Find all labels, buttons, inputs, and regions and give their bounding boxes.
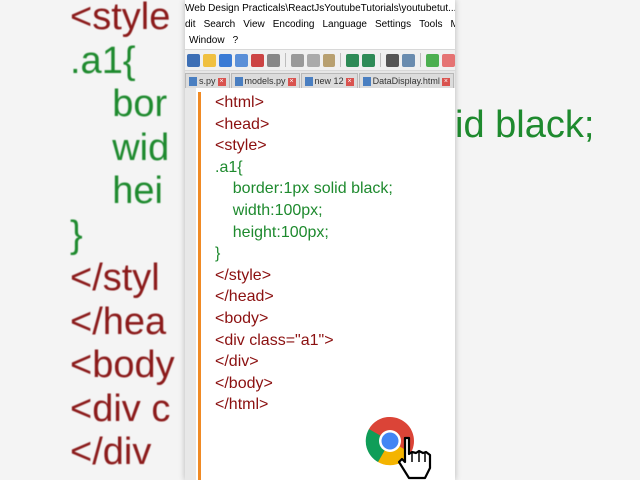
file-icon: [362, 77, 371, 86]
toolbar-separator: [284, 53, 286, 67]
menu-item[interactable]: Window: [189, 33, 229, 49]
tab-label: models.py: [244, 76, 286, 86]
file-icon: [304, 77, 313, 86]
code-line: <html>: [215, 94, 264, 111]
find-icon[interactable]: [386, 53, 400, 67]
file-icon: [234, 77, 243, 86]
window-title: Web Design Practicals\ReactJsYoutubeTuto…: [185, 0, 455, 17]
code-line: width:100px;: [215, 201, 323, 219]
toolbar-separator: [340, 53, 342, 67]
paste-icon[interactable]: [322, 53, 336, 67]
close-file-icon[interactable]: [250, 53, 264, 67]
toolbar-separator: [380, 53, 382, 67]
code-line: height:100px;: [215, 223, 329, 241]
tab-label: new 12: [314, 76, 344, 86]
replace-icon[interactable]: [402, 53, 416, 67]
code-line: </style>: [215, 266, 272, 284]
zoom-out-icon[interactable]: [442, 53, 455, 67]
print-icon[interactable]: [266, 53, 280, 67]
code-line: </html>: [215, 396, 269, 414]
toolbar-separator: [420, 53, 422, 67]
menu-item[interactable]: dit: [185, 17, 200, 33]
redo-icon[interactable]: [362, 53, 376, 67]
undo-icon[interactable]: [346, 53, 360, 67]
cut-icon[interactable]: [290, 53, 304, 67]
menu-row-2: Window?: [185, 33, 455, 49]
toolbar: [185, 49, 455, 71]
code-line: <head>: [215, 115, 270, 133]
close-tab-icon[interactable]: ×: [441, 77, 450, 86]
menu-item[interactable]: Search: [200, 17, 240, 33]
code-line: .a1{: [215, 158, 243, 176]
background-right-line: id black;: [455, 104, 595, 146]
close-tab-icon[interactable]: ×: [217, 77, 226, 86]
menu-item[interactable]: ?: [229, 33, 243, 49]
menu-item[interactable]: Tools: [415, 17, 446, 33]
open-file-icon[interactable]: [202, 53, 216, 67]
code-line: <body>: [215, 309, 269, 327]
line-gutter: [185, 88, 196, 480]
close-tab-icon[interactable]: ×: [345, 77, 354, 86]
save-all-icon[interactable]: [234, 53, 248, 67]
code-line: </div>: [215, 353, 259, 371]
file-tab[interactable]: new 12 ×: [300, 73, 358, 89]
copy-icon[interactable]: [306, 53, 320, 67]
code-line: }: [215, 245, 221, 263]
notepad-plus-plus-window: Web Design Practicals\ReactJsYoutubeTuto…: [185, 0, 455, 480]
code-line: <div class="a1">: [215, 331, 334, 349]
fold-marker: [198, 92, 201, 480]
pointer-hand-icon: [397, 436, 432, 480]
code-line: </body>: [215, 374, 273, 392]
zoom-in-icon[interactable]: [426, 53, 440, 67]
code-line: border:1px solid black;: [215, 180, 393, 198]
code-text[interactable]: <html> <head> <style> .a1{ border:1px solid…: [215, 92, 393, 416]
menu-bar: dit Search View Encoding Language Settings Too…: [185, 17, 455, 49]
menu-item[interactable]: Language: [318, 17, 371, 33]
menu-item[interactable]: Encoding: [269, 17, 319, 33]
code-line: <style>: [215, 137, 267, 155]
file-icon: [189, 77, 197, 86]
menu-item[interactable]: View: [239, 17, 269, 33]
tab-label: DataDisplay.html: [372, 76, 440, 86]
new-file-icon[interactable]: [187, 53, 200, 67]
file-tab[interactable]: DataDisplay.html ×: [358, 73, 454, 89]
close-tab-icon[interactable]: ×: [287, 77, 296, 86]
code-line: </head>: [215, 288, 274, 306]
menu-item[interactable]: Mac: [446, 17, 455, 33]
file-tab[interactable]: s.py ×: [185, 73, 230, 89]
file-tab[interactable]: models.py ×: [230, 73, 300, 89]
tab-label: s.py: [199, 76, 216, 86]
save-icon[interactable]: [218, 53, 232, 67]
menu-item[interactable]: Settings: [371, 17, 415, 33]
menu-row-1: dit Search View Encoding Language Settings Too…: [185, 17, 455, 33]
